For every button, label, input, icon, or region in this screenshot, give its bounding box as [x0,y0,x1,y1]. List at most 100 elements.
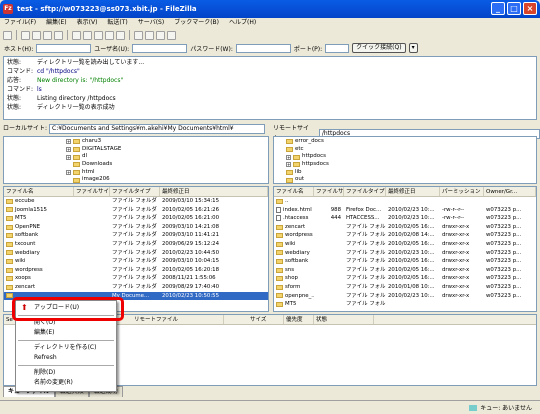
file-icon [276,215,281,222]
menu-edit[interactable]: 編集(E) [46,18,66,28]
minimize-button[interactable]: _ [491,2,505,15]
table-row[interactable]: txcount ファイル フォルダ 2009/06/29 15:12:24 [4,240,268,249]
file-type-cell: ファイル フォルダ [112,198,157,204]
table-row[interactable]: softbank ファイル フォルダ2010/02/05 16:... drwxr-… [274,257,536,266]
file-size-cell [74,274,110,283]
menu-item-refresh[interactable]: Refresh [16,353,116,363]
table-row[interactable]: shop ファイル フォルダ2010/02/05 16:... drwxr-xr-x… [274,274,536,283]
password-input[interactable] [235,43,291,53]
file-perm-cell: drwxr-xr-x [442,283,470,290]
sync-browse-icon[interactable] [156,30,165,40]
file-owner-cell: w073223 p... [486,223,522,230]
menu-server[interactable]: サーバ(S) [138,18,164,28]
toggle-remote-tree-icon[interactable] [43,30,52,40]
column-header[interactable]: 優先度 [284,315,314,324]
refresh-icon[interactable] [72,30,81,40]
local-path-input[interactable]: C:¥Documents and Settings¥m.akehi¥My Doc… [49,124,266,134]
column-header[interactable]: 最終修正日 [386,187,440,196]
process-queue-icon[interactable] [83,30,92,40]
table-row[interactable]: webdiary ファイル フォルダ2010/02/23 10:... drwxr-… [274,249,536,258]
username-input[interactable] [132,43,188,53]
column-header[interactable]: ファイルサイズ [74,187,110,196]
local-file-list[interactable]: ファイル名 ファイルサイズ ファイルタイプ 最終修正日 eccube ファイル フ… [3,186,269,312]
menu-help[interactable]: ヘルプ(H) [229,18,256,28]
file-date-cell: 2010/02/05 16:21:00 [162,215,219,222]
table-row[interactable]: MT5 ファイル フォルダ [274,300,536,309]
file-type-cell: ファイル フォルダ [112,275,157,282]
table-row[interactable]: MT5 ファイル フォルダ 2010/02/05 16:21:00 [4,214,268,223]
menu-transfer[interactable]: 転送(T) [107,18,127,28]
search-icon[interactable] [167,30,176,40]
column-header[interactable]: ファイルサ... [314,187,344,196]
column-header[interactable]: ファイル名 [274,187,314,196]
table-row[interactable]: softbank ファイル フォルダ 2009/03/10 11:41:21 [4,231,268,240]
column-header[interactable]: パーミッション [440,187,484,196]
table-row[interactable]: index.html 988 Firefox Doc... 2010/02/23 10… [274,206,536,215]
column-header[interactable]: Owner/Gr... [484,187,536,196]
cancel-icon[interactable] [94,30,103,40]
toggle-log-icon[interactable] [21,30,30,40]
table-row[interactable]: wiki ファイル フォルダ2010/02/05 16:... drwxr-xr-x… [274,240,536,249]
file-size-cell [74,214,110,223]
column-header[interactable]: 最終修正日 [160,187,268,196]
table-row[interactable]: xoops ファイル フォルダ 2008/11/21 1:55:06 [4,274,268,283]
menu-item-mkdir[interactable]: ディレクトリを作る(C) [16,343,116,353]
filter-icon[interactable] [134,30,143,40]
close-button[interactable]: × [523,2,537,15]
file-size-cell [314,231,344,240]
message-log[interactable]: 状態: ディレクトリ一覧を読み出しています... コマンド: cd "/httpdo… [3,56,537,120]
table-row[interactable]: sns ファイル フォルダ2010/02/05 16:... drwxr-xr-x w… [274,266,536,275]
toggle-tree-icon[interactable] [32,30,41,40]
file-size-cell [314,197,344,206]
menu-item-edit[interactable]: 編集(E) [16,328,116,338]
column-header[interactable]: ファイルタイプ [110,187,160,196]
local-tree[interactable]: + charu3 + DIGITALSTAGE + dl Downloads + htm… [3,136,269,184]
compare-icon[interactable] [145,30,154,40]
menu-bookmarks[interactable]: ブックマーク(B) [174,18,219,28]
remote-file-list[interactable]: ファイル名 ファイルサ... ファイルタイプ 最終修正日 パーミッション Own… [273,186,537,312]
toolbar-divider [67,30,68,40]
file-size-cell [314,257,344,266]
column-header[interactable]: 状態 [314,315,374,324]
toggle-queue-icon[interactable] [54,30,63,40]
folder-icon [6,241,13,247]
table-row[interactable]: Joomla1515 ファイル フォルダ 2010/02/05 16:21:26 [4,206,268,215]
table-row[interactable]: OpenPNE ファイル フォルダ 2009/03/10 14:21:08 [4,223,268,232]
file-name-cell: wiki [274,240,314,249]
maximize-button[interactable]: □ [507,2,521,15]
table-row[interactable]: wordpress ファイル フォルダ 2010/02/05 16:20:18 [4,266,268,275]
column-header[interactable]: ファイル名 [4,187,74,196]
menu-item-delete[interactable]: 削除(D) [16,368,116,378]
file-size-cell [314,249,344,258]
table-row[interactable]: .. [274,197,536,206]
remote-tree[interactable]: error_docs etc + httpdocs + httpsdocs lib … [273,136,537,184]
table-row[interactable]: wordpress ファイル フォルダ2010/02/08 14:... drwxr… [274,231,536,240]
table-row[interactable]: webdiary ファイル フォルダ 2010/02/23 10:44:50 [4,249,268,258]
file-name-cell: wordpress [4,266,74,275]
column-header[interactable]: ファイルタイプ [344,187,386,196]
table-row[interactable]: zencart ファイル フォルダ 2009/08/29 17:40:40 [4,283,268,292]
table-row[interactable]: sform ファイル フォルダ2010/01/08 10:... drwxr-xr-… [274,283,536,292]
menu-item-rename[interactable]: 名前の変更(R) [16,378,116,388]
disconnect-icon[interactable] [105,30,114,40]
table-row[interactable]: .htaccess 444 HTACCESS... 2010/02/23 10:...… [274,214,536,223]
port-input[interactable] [325,43,350,53]
table-row[interactable]: eccube ファイル フォルダ 2009/03/10 15:34:15 [4,197,268,206]
quickconnect-button[interactable]: クイック接続(Q) [352,43,406,53]
file-type-cell: ファイル フォルダ [346,249,386,256]
table-row[interactable]: wiki ファイル フォルダ 2009/03/10 10:04:15 [4,257,268,266]
column-header[interactable]: サイズ [224,315,284,324]
file-owner-cell: w073223 p... [486,215,522,222]
file-date-cell: 2010/02/05 16:... [388,240,435,247]
chevron-down-icon[interactable]: ▾ [408,43,418,53]
menu-view[interactable]: 表示(V) [77,18,98,28]
folder-icon [276,284,283,290]
reconnect-icon[interactable] [116,30,125,40]
file-type-cell: ファイル フォルダ [346,223,386,230]
table-row[interactable]: zencart ファイル フォルダ2010/02/05 16:... drwxr-x… [274,223,536,232]
host-input[interactable] [36,43,92,53]
menu-file[interactable]: ファイル(F) [4,18,36,28]
file-date-cell: 2009/08/29 17:40:40 [162,283,219,290]
site-manager-icon[interactable] [3,30,12,40]
table-row[interactable]: openpne_... ファイル フォルダ2010/02/23 10:... drw… [274,292,536,301]
